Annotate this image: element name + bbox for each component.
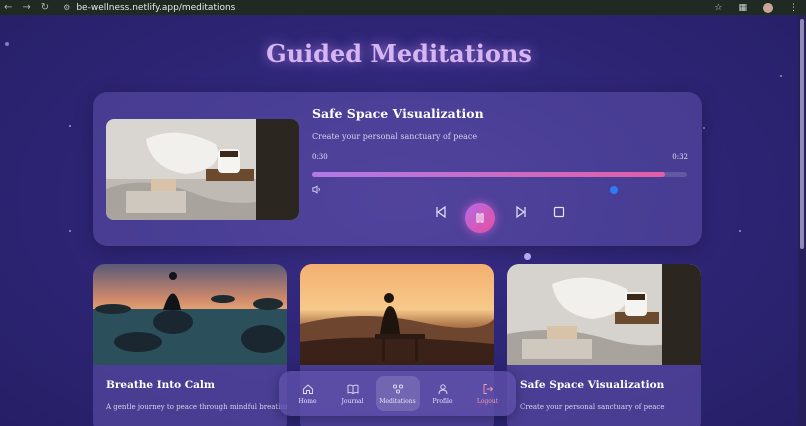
- bottom-navigation: Home Journal Meditations Profile Logout: [279, 371, 516, 416]
- star-decoration: [69, 125, 71, 127]
- card-title: Safe Space Visualization: [520, 379, 665, 391]
- menu-kebab-icon[interactable]: ⋮: [789, 3, 798, 13]
- volume-icon[interactable]: [312, 185, 322, 194]
- nav-label: Journal: [341, 397, 364, 405]
- bookmark-star-icon[interactable]: ☆: [714, 3, 722, 13]
- star-decoration: [739, 230, 741, 232]
- meditation-card[interactable]: Breathe Into Calm A gentle journey to pe…: [93, 264, 287, 426]
- user-icon: [438, 383, 447, 394]
- previous-button[interactable]: [433, 204, 449, 220]
- card-image: [507, 264, 701, 365]
- card-image: [93, 264, 287, 365]
- logout-icon: [483, 383, 493, 394]
- page-body: Guided Meditations Safe Space Visualizat…: [0, 15, 798, 426]
- player-title: Safe Space Visualization: [312, 106, 484, 121]
- pause-button[interactable]: [465, 203, 495, 233]
- card-title: Breathe Into Calm: [106, 379, 216, 391]
- nav-label: Logout: [476, 397, 499, 405]
- star-decoration: [780, 75, 782, 77]
- forward-icon[interactable]: →: [22, 2, 30, 13]
- audio-player: Safe Space Visualization Create your per…: [93, 92, 702, 246]
- skip-back-icon: [436, 206, 446, 218]
- stop-button[interactable]: [551, 204, 567, 220]
- total-time: 0:32: [672, 153, 688, 161]
- nav-label: Meditations: [379, 397, 416, 405]
- stop-icon: [553, 206, 565, 218]
- player-description: Create your personal sanctuary of peace: [312, 132, 478, 141]
- skip-forward-icon: [516, 206, 526, 218]
- book-icon: [347, 384, 358, 394]
- page-title: Guided Meditations: [266, 39, 532, 68]
- nav-home[interactable]: Home: [286, 376, 330, 411]
- meditation-icon: [392, 383, 403, 394]
- progress-bar[interactable]: [312, 172, 687, 177]
- nav-profile[interactable]: Profile: [421, 376, 465, 411]
- nav-meditations[interactable]: Meditations: [375, 376, 420, 411]
- profile-avatar[interactable]: [763, 2, 773, 13]
- pause-icon: [476, 213, 484, 223]
- nav-label: Profile: [432, 397, 453, 405]
- browser-toolbar: ← → ↻ ⚙ be-wellness.netlify.app/meditati…: [0, 0, 806, 15]
- player-thumbnail: [106, 119, 299, 220]
- scrollbar-thumb[interactable]: [800, 19, 804, 249]
- next-button[interactable]: [513, 204, 529, 220]
- back-icon[interactable]: ←: [4, 2, 12, 13]
- card-image: [300, 264, 494, 365]
- volume-slider-handle[interactable]: [610, 186, 619, 194]
- nav-label: Home: [298, 397, 317, 405]
- nav-logout[interactable]: Logout: [466, 376, 510, 411]
- carousel-indicator[interactable]: [524, 253, 531, 260]
- page-scrollbar[interactable]: [798, 15, 806, 426]
- nav-journal[interactable]: Journal: [331, 376, 375, 411]
- extensions-icon[interactable]: ▦: [738, 3, 747, 13]
- site-info-icon[interactable]: ⚙: [63, 3, 70, 12]
- card-description: Create your personal sanctuary of peace: [520, 403, 665, 411]
- reload-icon[interactable]: ↻: [41, 2, 49, 13]
- current-time: 0:30: [312, 153, 328, 161]
- star-decoration: [703, 127, 705, 129]
- meditation-card[interactable]: Safe Space Visualization Create your per…: [507, 264, 701, 426]
- address-bar[interactable]: be-wellness.netlify.app/meditations: [76, 3, 235, 13]
- home-icon: [302, 383, 313, 394]
- progress-fill: [312, 172, 665, 177]
- card-description: A gentle journey to peace through mindfu…: [106, 403, 287, 411]
- star-decoration: [69, 230, 71, 232]
